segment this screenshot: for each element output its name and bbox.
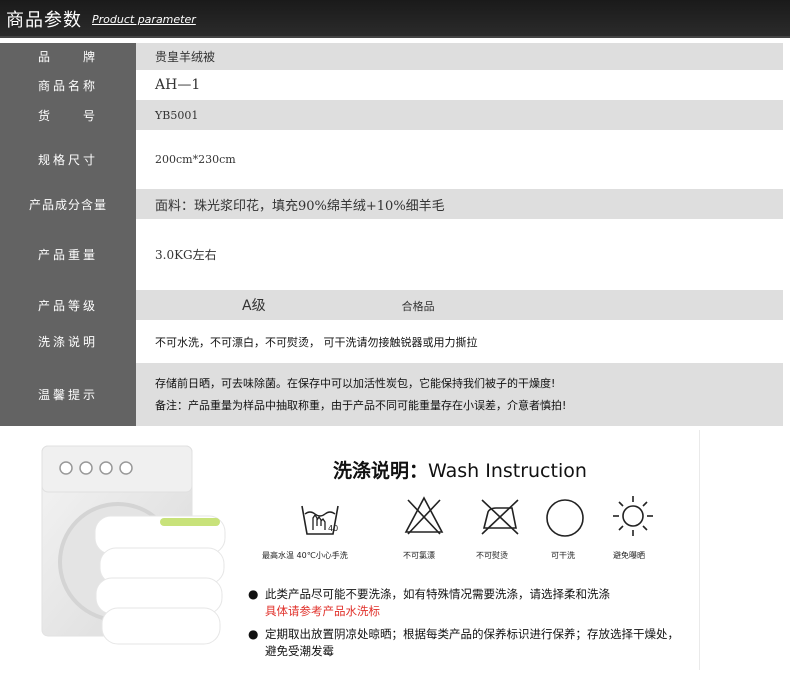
wash-temp: 40 bbox=[328, 524, 338, 533]
param-row-washing: 洗涤说明 不可水洗，不可漂白，不可熨烫， 可干洗请勿接触锐器或用力撕拉 bbox=[0, 320, 783, 363]
no-iron-icon bbox=[481, 499, 519, 535]
section-header: 商品参数 Product parameter bbox=[0, 0, 790, 38]
param-row-sku: 货 号 YB5001 bbox=[0, 100, 783, 130]
wash-note-2-text: 定期取出放置阴凉处晾晒；根据每类产品的保养标识进行保养；存放选择干燥处，避免受潮… bbox=[265, 627, 679, 658]
section-subtitle: Product parameter bbox=[92, 13, 196, 26]
param-row-grade: 产品等级 A级 合格品 bbox=[0, 290, 783, 320]
param-value: AH—1 bbox=[136, 70, 783, 100]
washing-machine-illustration bbox=[41, 445, 226, 645]
param-value: 存储前日晒，可去味除菌。在保存中可以加活性炭包，它能保持我们被子的干燥度! 备注… bbox=[136, 363, 783, 426]
param-value: 不可水洗，不可漂白，不可熨烫， 可干洗请勿接触锐器或用力撕拉 bbox=[136, 320, 783, 363]
wash-section: 洗涤说明：Wash Instruction 40 最高水温 40℃小心手洗 不可… bbox=[0, 430, 700, 670]
wash-note-2: ● 定期取出放置阴凉处晾晒；根据每类产品的保养标识进行保养；存放选择干燥处，避免… bbox=[248, 626, 688, 660]
avoid-sun-icon bbox=[613, 496, 653, 536]
param-value: 3.0KG左右 bbox=[136, 219, 783, 290]
wash-title-en: Wash Instruction bbox=[428, 460, 587, 482]
tip-line-1: 存储前日晒，可去味除菌。在保存中可以加活性炭包，它能保持我们被子的干燥度! bbox=[155, 376, 556, 390]
no-bleach-icon bbox=[404, 496, 444, 535]
grade-b: 合格品 bbox=[401, 300, 435, 313]
icon-label: 可干洗 bbox=[551, 551, 575, 560]
icon-label: 不可氯漂 bbox=[403, 551, 435, 560]
param-label: 商品名称 bbox=[0, 70, 136, 100]
wash-40-icon: 40 bbox=[301, 505, 339, 535]
param-value: A级 合格品 bbox=[136, 290, 783, 320]
param-row-size: 规格尺寸 200cm*230cm bbox=[0, 130, 783, 189]
param-label: 规格尺寸 bbox=[0, 130, 136, 189]
param-label: 品 牌 bbox=[0, 43, 136, 70]
wash-title-cn: 洗涤说明： bbox=[333, 460, 429, 482]
param-label: 产品重量 bbox=[0, 219, 136, 290]
param-row-material: 产品成分含量 面料：珠光浆印花，填充90%绵羊绒+10%细羊毛 bbox=[0, 189, 783, 219]
icon-label: 不可熨烫 bbox=[476, 551, 508, 560]
wash-note-1: ● 此类产品尽可能不要洗涤，如有特殊情况需要洗涤，请选择柔和洗涤 具体请参考产品… bbox=[248, 586, 688, 620]
param-value: 200cm*230cm bbox=[136, 130, 783, 189]
icon-label: 最高水温 40℃小心手洗 bbox=[262, 551, 348, 560]
param-label: 温馨提示 bbox=[0, 363, 136, 426]
icon-label: 避免曝晒 bbox=[613, 551, 645, 560]
wash-title: 洗涤说明：Wash Instruction bbox=[333, 456, 587, 483]
param-table: 品 牌 贵皇羊绒被 商品名称 AH—1 货 号 YB5001 规格尺寸 200c… bbox=[0, 43, 783, 426]
wash-notes: ● 此类产品尽可能不要洗涤，如有特殊情况需要洗涤，请选择柔和洗涤 具体请参考产品… bbox=[248, 586, 688, 666]
wash-note-1-highlight: 具体请参考产品水洗标 bbox=[265, 604, 380, 618]
bullet-icon: ● bbox=[248, 627, 259, 641]
param-row-name: 商品名称 AH—1 bbox=[0, 70, 783, 100]
param-row-tips: 温馨提示 存储前日晒，可去味除菌。在保存中可以加活性炭包，它能保持我们被子的干燥… bbox=[0, 363, 783, 426]
dry-clean-icon bbox=[546, 499, 584, 537]
section-title: 商品参数 bbox=[6, 10, 82, 31]
param-label: 洗涤说明 bbox=[0, 320, 136, 363]
grade-a: A级 bbox=[242, 298, 266, 314]
param-value: YB5001 bbox=[136, 100, 783, 130]
wash-note-1-text: 此类产品尽可能不要洗涤，如有特殊情况需要洗涤，请选择柔和洗涤 bbox=[265, 587, 610, 601]
param-label: 产品等级 bbox=[0, 290, 136, 320]
param-value: 贵皇羊绒被 bbox=[136, 43, 783, 70]
param-value: 面料：珠光浆印花，填充90%绵羊绒+10%细羊毛 bbox=[136, 189, 783, 219]
param-row-brand: 品 牌 贵皇羊绒被 bbox=[0, 43, 783, 70]
tip-line-2: 备注：产品重量为样品中抽取称重，由于产品不同可能重量存在小误差，介意者慎拍! bbox=[155, 398, 567, 412]
param-label: 货 号 bbox=[0, 100, 136, 130]
param-label: 产品成分含量 bbox=[0, 189, 136, 219]
param-row-weight: 产品重量 3.0KG左右 bbox=[0, 219, 783, 290]
bullet-icon: ● bbox=[248, 587, 259, 601]
